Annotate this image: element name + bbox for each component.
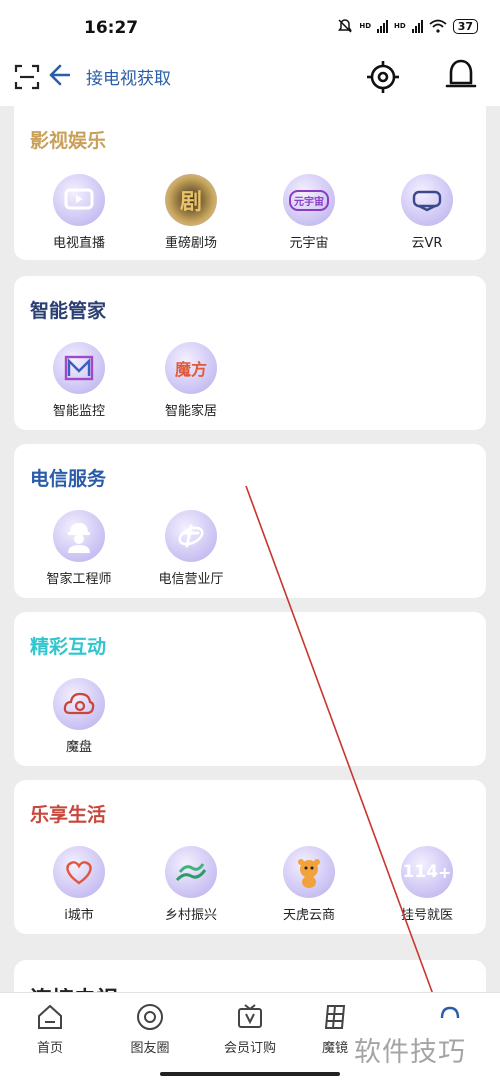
nav-label: 图友圈	[130, 1041, 170, 1056]
hd-badge-2: HD	[394, 21, 406, 30]
card-life: 乐享生活 i城市 乡村振兴 天虎云商 114 + 挂号就医	[14, 780, 486, 934]
item-smart-monitor[interactable]: 智能监控	[29, 342, 129, 419]
magic-cube-icon: 魔方	[165, 342, 217, 394]
item-cloud-vr[interactable]: 云VR	[377, 174, 477, 251]
item-label: 云VR	[411, 236, 443, 251]
magic-mirror-icon	[324, 1005, 346, 1029]
section-title-life: 乐享生活	[30, 804, 107, 826]
nav-label: 会员订购	[223, 1041, 276, 1056]
item-magic-disk[interactable]: 魔盘	[29, 678, 129, 755]
battery-icon: 37	[452, 18, 478, 34]
home-icon	[38, 1004, 62, 1029]
drama-theater-icon: 剧	[165, 174, 217, 226]
item-i-city[interactable]: i城市	[29, 846, 129, 923]
top-bar: 接电视获取	[0, 56, 500, 106]
vip-tv-icon	[238, 1004, 262, 1028]
section-title-entertainment: 影视娱乐	[30, 130, 107, 152]
signal-icon-2	[411, 19, 423, 33]
card-telecom: 电信服务 智家工程师 电信营业厅	[14, 444, 486, 598]
item-label: 挂号就医	[400, 908, 453, 923]
section-title-connect-tv: 连接电视	[30, 982, 118, 992]
section-title-interactive: 精彩互动	[30, 636, 107, 658]
search-text[interactable]: 接电视获取	[86, 64, 171, 89]
item-label: 天虎云商	[282, 908, 335, 923]
item-label: 电信营业厅	[158, 572, 224, 587]
notification-bell-icon[interactable]	[444, 58, 478, 94]
card-entertainment: 影视娱乐 电视直播 剧 重磅剧场 元宇宙 元宇宙 云VR	[14, 106, 486, 260]
home-indicator[interactable]	[160, 1072, 340, 1076]
card-connect-tv: 连接电视	[14, 960, 486, 992]
main-scroll[interactable]: 影视娱乐 电视直播 剧 重磅剧场 元宇宙 元宇宙 云VR 智能管家 智能监控 魔…	[0, 106, 500, 992]
rural-icon	[165, 846, 217, 898]
card-interactive: 精彩互动 魔盘	[14, 612, 486, 766]
nav-home[interactable]: 首页	[15, 1001, 85, 1056]
scan-icon[interactable]	[14, 64, 40, 90]
hd-badge-1: HD	[359, 21, 372, 30]
nav-vip[interactable]: 会员订购	[215, 1001, 285, 1056]
item-home-engineer[interactable]: 智家工程师	[29, 510, 129, 587]
item-metaverse[interactable]: 元宇宙 元宇宙	[259, 174, 359, 251]
item-label: 重磅剧场	[164, 236, 217, 251]
item-tv-live[interactable]: 电视直播	[29, 174, 129, 251]
back-arrow-icon[interactable]	[48, 62, 70, 88]
item-hospital-registration[interactable]: 114 + 挂号就医	[377, 846, 477, 923]
status-bar: 16:27 HD HD 37	[0, 0, 500, 56]
card-smart-home: 智能管家 智能监控 魔方 智能家居	[14, 276, 486, 430]
section-title-telecom: 电信服务	[30, 468, 107, 490]
metaverse-icon: 元宇宙	[283, 174, 335, 226]
nav-photo-circle[interactable]: 图友圈	[115, 1001, 185, 1056]
engineer-icon	[53, 510, 105, 562]
tv-live-icon	[53, 174, 105, 226]
settings-target-icon[interactable]	[366, 60, 400, 94]
section-title-smart-home: 智能管家	[30, 300, 107, 322]
item-label: 元宇宙	[289, 236, 329, 251]
nav-label: 首页	[36, 1041, 63, 1056]
tiger-mascot-icon	[283, 846, 335, 898]
item-label: 魔盘	[65, 740, 92, 755]
item-label: 智能监控	[52, 404, 105, 419]
hospital-114-icon: 114 +	[401, 846, 453, 898]
mute-bell-icon	[338, 19, 353, 33]
status-time: 16:27	[84, 18, 139, 38]
item-rural-revitalization[interactable]: 乡村振兴	[141, 846, 241, 923]
item-label: i城市	[64, 908, 94, 923]
status-icons: HD HD 37	[337, 18, 478, 34]
cloud-vr-icon	[401, 174, 453, 226]
i-city-icon	[53, 846, 105, 898]
magic-disk-icon	[53, 678, 105, 730]
wifi-icon	[429, 19, 447, 33]
item-label: 智家工程师	[46, 572, 112, 587]
smart-monitor-icon	[53, 342, 105, 394]
item-tianhu-shop[interactable]: 天虎云商	[259, 846, 359, 923]
photo-circle-icon	[137, 1004, 163, 1030]
signal-icon-1	[377, 19, 389, 33]
item-label: 电视直播	[52, 236, 105, 251]
item-label: 智能家居	[164, 404, 217, 419]
profile-icon	[440, 1006, 460, 1019]
telecom-logo-icon	[165, 510, 217, 562]
item-label: 乡村振兴	[164, 908, 217, 923]
item-smart-home[interactable]: 魔方 智能家居	[141, 342, 241, 419]
item-drama-theater[interactable]: 剧 重磅剧场	[141, 174, 241, 251]
item-telecom-office[interactable]: 电信营业厅	[141, 510, 241, 587]
watermark-text: 软件技巧	[354, 1037, 466, 1068]
